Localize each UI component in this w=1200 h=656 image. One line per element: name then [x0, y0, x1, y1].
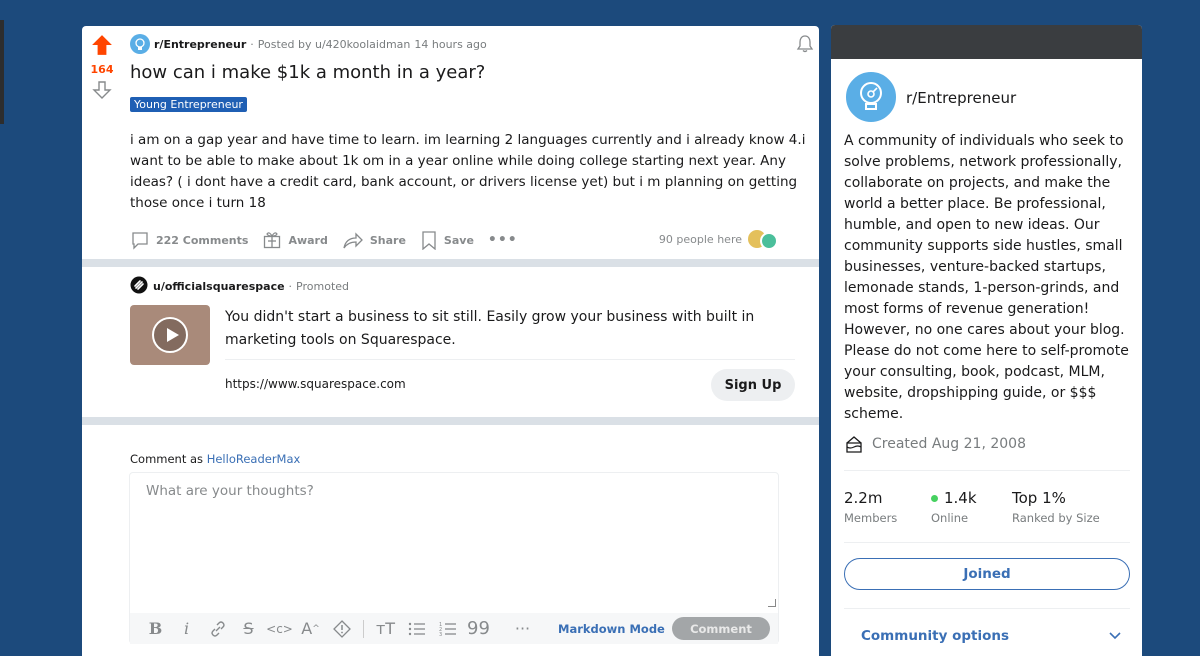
community-name[interactable]: r/Entrepreneur [906, 89, 1016, 107]
bulleted-list-icon[interactable] [401, 617, 432, 641]
comment-username[interactable]: HelloReaderMax [207, 452, 301, 466]
save-label: Save [443, 233, 474, 247]
more-options-button[interactable]: ••• [488, 232, 518, 248]
markdown-mode-button[interactable]: Markdown Mode [558, 622, 665, 636]
post-flair[interactable]: Young Entrepreneur [130, 97, 247, 112]
people-here[interactable]: 90 people here [659, 228, 780, 250]
inline-code-icon[interactable]: <c> [264, 617, 295, 641]
subreddit-link[interactable]: r/Entrepreneur [154, 38, 246, 51]
online-label: Online [931, 511, 969, 525]
toolbar-divider [363, 619, 364, 638]
comments-button[interactable]: 222 Comments [130, 230, 248, 250]
section-divider [82, 417, 819, 425]
save-button[interactable]: Save [420, 230, 474, 250]
downvote-icon[interactable] [82, 80, 122, 104]
italic-icon[interactable]: i [171, 617, 202, 641]
section-divider [82, 259, 819, 267]
window-edge [0, 20, 4, 124]
sign-up-button[interactable]: Sign Up [711, 369, 795, 401]
heading-icon[interactable]: ᴛT [370, 617, 401, 641]
rank-value: Top 1% [1012, 489, 1066, 507]
community-description: A community of individuals who seek to s… [844, 133, 1129, 422]
sidebar-divider [844, 470, 1130, 471]
share-label: Share [369, 233, 406, 247]
upvote-icon[interactable] [82, 34, 122, 60]
post-action-bar: 222 Comments Award Share Save ••• 90 peo… [130, 228, 780, 252]
avatar [760, 232, 778, 250]
bold-icon[interactable]: B [140, 617, 171, 641]
sidebar-banner [831, 25, 1142, 59]
chevron-down-icon [1109, 632, 1121, 640]
community-sidebar: r/Entrepreneur A community of individual… [831, 25, 1142, 656]
lightbulb-icon[interactable] [844, 70, 898, 124]
comments-count: 222 Comments [156, 233, 249, 247]
share-button[interactable]: Share [342, 230, 406, 250]
sidebar-divider [844, 608, 1130, 609]
sidebar-divider [844, 542, 1130, 543]
more-formatting-icon[interactable]: ··· [507, 617, 538, 641]
award-label: Award [288, 233, 328, 247]
viewer-avatars [746, 228, 780, 250]
post-time[interactable]: 14 hours ago [414, 38, 486, 51]
cake-icon [846, 436, 862, 453]
share-icon [343, 232, 363, 249]
rank-label: Ranked by Size [1012, 511, 1100, 525]
numbered-list-icon[interactable]: 123 [432, 617, 463, 641]
gift-icon [264, 232, 281, 249]
members-count: 2.2m [844, 489, 883, 507]
bell-icon[interactable] [795, 34, 815, 58]
resize-handle-icon[interactable] [768, 599, 776, 607]
quote-icon[interactable]: 99 [463, 617, 494, 641]
spoiler-icon[interactable] [326, 617, 357, 641]
people-here-label: 90 people here [658, 232, 742, 246]
members-stat: 2.2m Members [844, 489, 897, 525]
rank-stat: Top 1% Ranked by Size [1012, 489, 1100, 525]
strikethrough-icon[interactable]: S [233, 617, 264, 641]
comment-input[interactable] [130, 473, 778, 611]
post-title[interactable]: how can i make $1k a month in a year? [130, 62, 485, 83]
community-options-toggle[interactable]: Community options [844, 625, 1130, 647]
post-meta: r/Entrepreneur · Posted by u/420koolaidm… [130, 34, 487, 54]
post-body: i am on a gap year and have time to lear… [130, 132, 806, 211]
svg-text:3: 3 [439, 632, 442, 637]
online-stat: 1.4k Online [931, 489, 977, 525]
comment-icon [132, 232, 148, 250]
posted-by[interactable]: Posted by u/420koolaidman [258, 38, 411, 51]
joined-button[interactable]: Joined [844, 558, 1130, 590]
online-indicator-icon [931, 494, 938, 502]
comment-editor: B i S <c> A^ ᴛT 123 99 ··· Markdown Mode [129, 472, 779, 644]
comment-submit-button[interactable]: Comment [672, 617, 770, 640]
promoted-url[interactable]: https://www.squarespace.com [225, 377, 406, 391]
promoted-meta: u/officialsquarespace · Promoted [130, 276, 349, 297]
squarespace-logo-icon[interactable] [130, 276, 148, 297]
comment-as-prefix: Comment as [130, 452, 204, 466]
promoted-label: Promoted [296, 280, 350, 293]
promoted-text[interactable]: You didn't start a business to sit still… [225, 306, 800, 352]
superscript-icon[interactable]: A ^ [295, 617, 326, 641]
subreddit-icon[interactable] [130, 34, 150, 54]
created-date-text: Created Aug 21, 2008 [872, 436, 1026, 452]
promoted-user[interactable]: u/officialsquarespace [153, 280, 285, 293]
promoted-separator [225, 359, 795, 360]
vote-column: 164 [82, 34, 122, 104]
link-icon[interactable] [202, 617, 233, 641]
post-card: 164 r/Entrepreneur · Posted by u/420kool… [82, 26, 819, 656]
members-label: Members [844, 511, 898, 525]
comment-as: Comment as HelloReaderMax [130, 452, 300, 466]
bookmark-icon [422, 231, 436, 250]
play-icon[interactable] [152, 317, 188, 353]
vote-count: 164 [90, 63, 114, 76]
community-options-label: Community options [861, 628, 1010, 644]
comment-toolbar: B i S <c> A ^ ᴛT 123 99 ··· Markdown Mode [130, 613, 778, 644]
online-count: 1.4k [944, 489, 977, 507]
created-date: Created Aug 21, 2008 [844, 434, 1026, 454]
promoted-video-thumbnail[interactable] [130, 305, 210, 365]
award-button[interactable]: Award [262, 230, 328, 250]
